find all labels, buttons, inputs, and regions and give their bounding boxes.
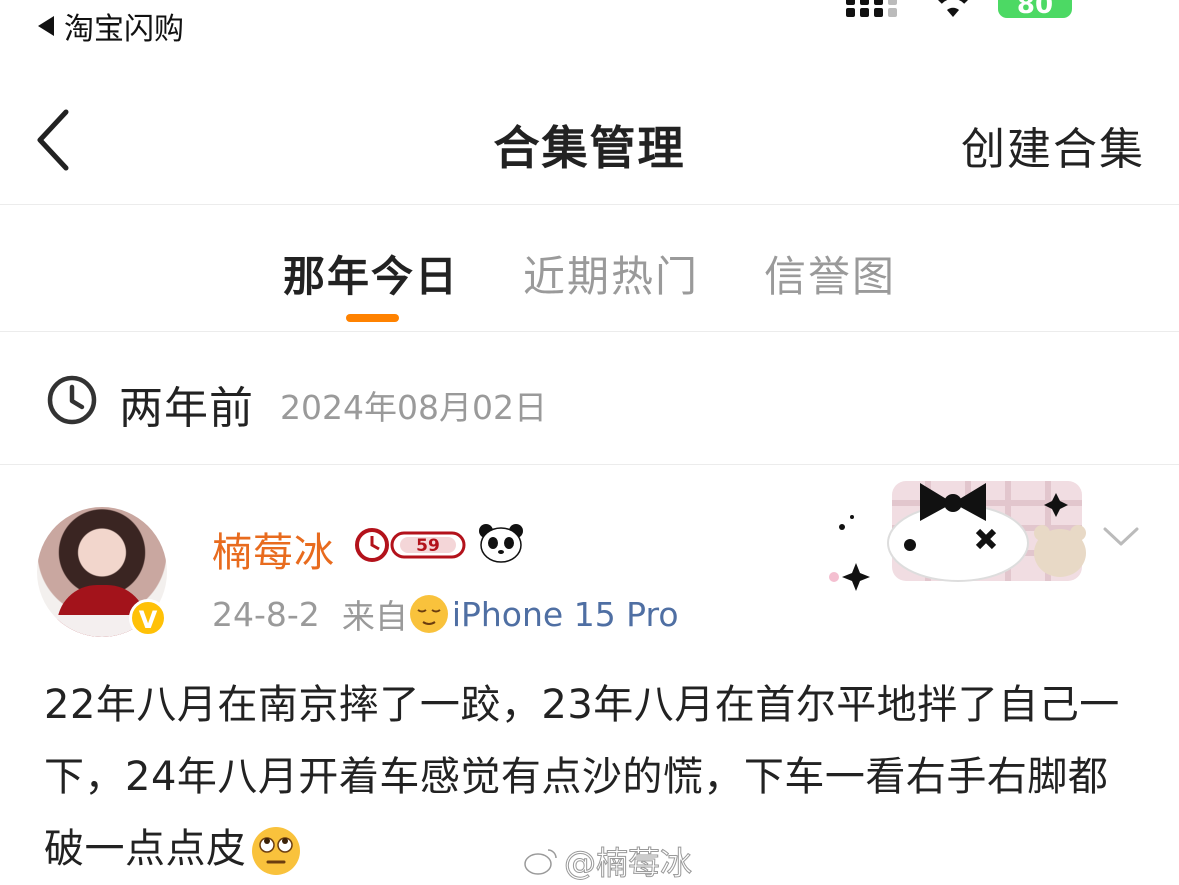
create-collection-button[interactable]: 创建合集: [961, 113, 1145, 177]
relative-time: 两年前: [119, 383, 254, 434]
post-time: 24-8-2: [212, 594, 320, 634]
level-number: 59: [416, 536, 440, 556]
tab-bar: 那年今日 近期热门 信誉图: [0, 205, 1179, 332]
battery-indicator: 80: [998, 0, 1072, 18]
card-decoration-sticker: [828, 473, 1098, 591]
avatar[interactable]: V: [37, 507, 167, 637]
battery-level: 80: [1016, 0, 1054, 18]
panda-icon: [478, 523, 524, 563]
status-bar: 淘宝闪购 80: [0, 0, 1179, 50]
weibo-logo-icon: [524, 849, 557, 875]
tab-credit-chart[interactable]: 信誉图: [764, 243, 896, 304]
verified-badge: V: [129, 599, 167, 637]
nav-bar: 合集管理 创建合集: [0, 80, 1179, 205]
tab-that-day[interactable]: 那年今日: [283, 243, 459, 304]
source-prefix: 来自: [341, 597, 408, 636]
back-to-app-link[interactable]: 淘宝闪购: [38, 4, 184, 48]
level-badge: 59: [352, 523, 470, 565]
watermark: @楠莓冰: [524, 838, 693, 884]
face-with-rolling-eyes-icon: [251, 827, 300, 875]
post-date: 2024年08月02日: [280, 388, 547, 427]
watermark-text: @楠莓冰: [563, 844, 693, 883]
wifi-icon: [930, 0, 976, 20]
relieved-face-icon: [409, 595, 448, 633]
back-app-label: 淘宝闪购: [64, 12, 184, 47]
back-triangle-icon: [38, 16, 54, 36]
post-card[interactable]: V 楠莓冰 59 24-8-2 来自 iPhone 15 Pro 22年八月在南…: [0, 465, 1179, 885]
post-meta: 24-8-2 来自 iPhone 15 Pro: [212, 590, 679, 638]
username[interactable]: 楠莓冰: [212, 520, 335, 578]
device-link[interactable]: iPhone 15 Pro: [452, 595, 679, 634]
tab-recent-hot[interactable]: 近期热门: [523, 243, 699, 304]
clock-icon: [47, 375, 97, 425]
date-header: 两年前 2024年08月02日: [0, 332, 1179, 465]
cellular-signal-icon: [846, 0, 906, 20]
chevron-down-icon[interactable]: [1102, 525, 1140, 549]
active-tab-indicator: [346, 314, 399, 322]
